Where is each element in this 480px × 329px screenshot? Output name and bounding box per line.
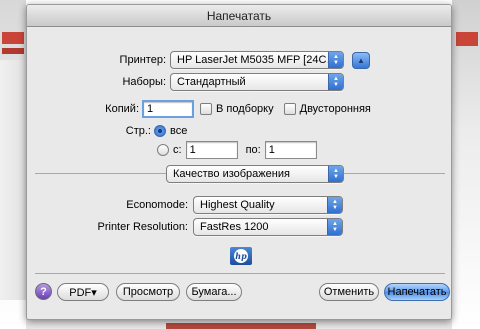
- presets-value: Стандартный: [177, 76, 246, 88]
- resolution-select[interactable]: FastRes 1200 ▲ ▼: [193, 218, 343, 236]
- economode-value: Highest Quality: [200, 199, 275, 211]
- background-red-strip: [2, 32, 24, 44]
- background-red-strip: [166, 323, 316, 329]
- pages-to-input[interactable]: 1: [264, 141, 317, 159]
- help-button[interactable]: ?: [35, 283, 52, 300]
- printer-label: Принтер:: [119, 54, 166, 66]
- cancel-button[interactable]: Отменить: [319, 283, 379, 301]
- print-dialog: Напечатать Принтер: HP LaserJet M5035 MF…: [26, 4, 452, 320]
- preview-button[interactable]: Просмотр: [116, 283, 180, 301]
- two-sided-checkbox[interactable]: [283, 103, 296, 115]
- disclosure-button[interactable]: ▲: [352, 51, 370, 69]
- panel-select[interactable]: Качество изображения ▲ ▼: [166, 165, 344, 183]
- triangle-up-icon: ▲: [357, 55, 365, 65]
- background-red-strip: [456, 32, 478, 46]
- pdf-button[interactable]: PDF▾: [57, 283, 109, 301]
- background-window-bottom: [26, 319, 452, 329]
- pages-all-radio[interactable]: [154, 125, 166, 137]
- pages-from-input[interactable]: 1: [185, 141, 238, 159]
- pages-range-radio[interactable]: [157, 144, 169, 156]
- pages-all-label: все: [170, 125, 188, 137]
- background-panel: [0, 60, 26, 300]
- popup-arrows-icon: ▲ ▼: [328, 74, 343, 90]
- economode-label: Economode:: [126, 199, 188, 211]
- copies-input[interactable]: 1: [142, 100, 194, 118]
- background-red-strip-2: [2, 48, 24, 54]
- popup-arrows-icon: ▲ ▼: [328, 166, 343, 182]
- resolution-value: FastRes 1200: [200, 221, 269, 233]
- help-icon: ?: [40, 285, 47, 298]
- popup-arrows-icon: ▲ ▼: [328, 52, 343, 68]
- pages-to-label: по:: [245, 144, 261, 156]
- panel-value: Качество изображения: [173, 168, 290, 180]
- presets-label: Наборы:: [122, 76, 166, 88]
- bottom-separator: [35, 273, 445, 274]
- two-sided-label: Двусторонняя: [299, 103, 371, 115]
- paper-button[interactable]: Бумага...: [186, 283, 242, 301]
- printer-select[interactable]: HP LaserJet M5035 MFP [24C… ▲ ▼: [170, 51, 344, 69]
- background-window-right: [452, 0, 480, 329]
- pages-from-label: с:: [173, 144, 182, 156]
- background-window-left: [0, 0, 26, 329]
- hp-logo-icon: hp: [230, 247, 252, 265]
- popup-arrows-icon: ▲ ▼: [327, 219, 342, 235]
- dialog-title: Напечатать: [27, 5, 451, 27]
- copies-label: Копий:: [105, 103, 139, 115]
- economode-select[interactable]: Highest Quality ▲ ▼: [193, 196, 343, 214]
- pages-label: Стр.:: [125, 125, 151, 137]
- collated-label: В подборку: [216, 103, 274, 115]
- print-button[interactable]: Напечатать: [384, 283, 450, 301]
- collated-checkbox[interactable]: [200, 103, 212, 115]
- hp-logo-text: hp: [234, 249, 248, 263]
- resolution-label: Printer Resolution:: [97, 221, 189, 233]
- popup-arrows-icon: ▲ ▼: [327, 197, 342, 213]
- printer-value: HP LaserJet M5035 MFP [24C…: [177, 54, 338, 66]
- presets-select[interactable]: Стандартный ▲ ▼: [170, 73, 344, 91]
- dialog-content: Принтер: HP LaserJet M5035 MFP [24C… ▲ ▼ …: [27, 27, 451, 319]
